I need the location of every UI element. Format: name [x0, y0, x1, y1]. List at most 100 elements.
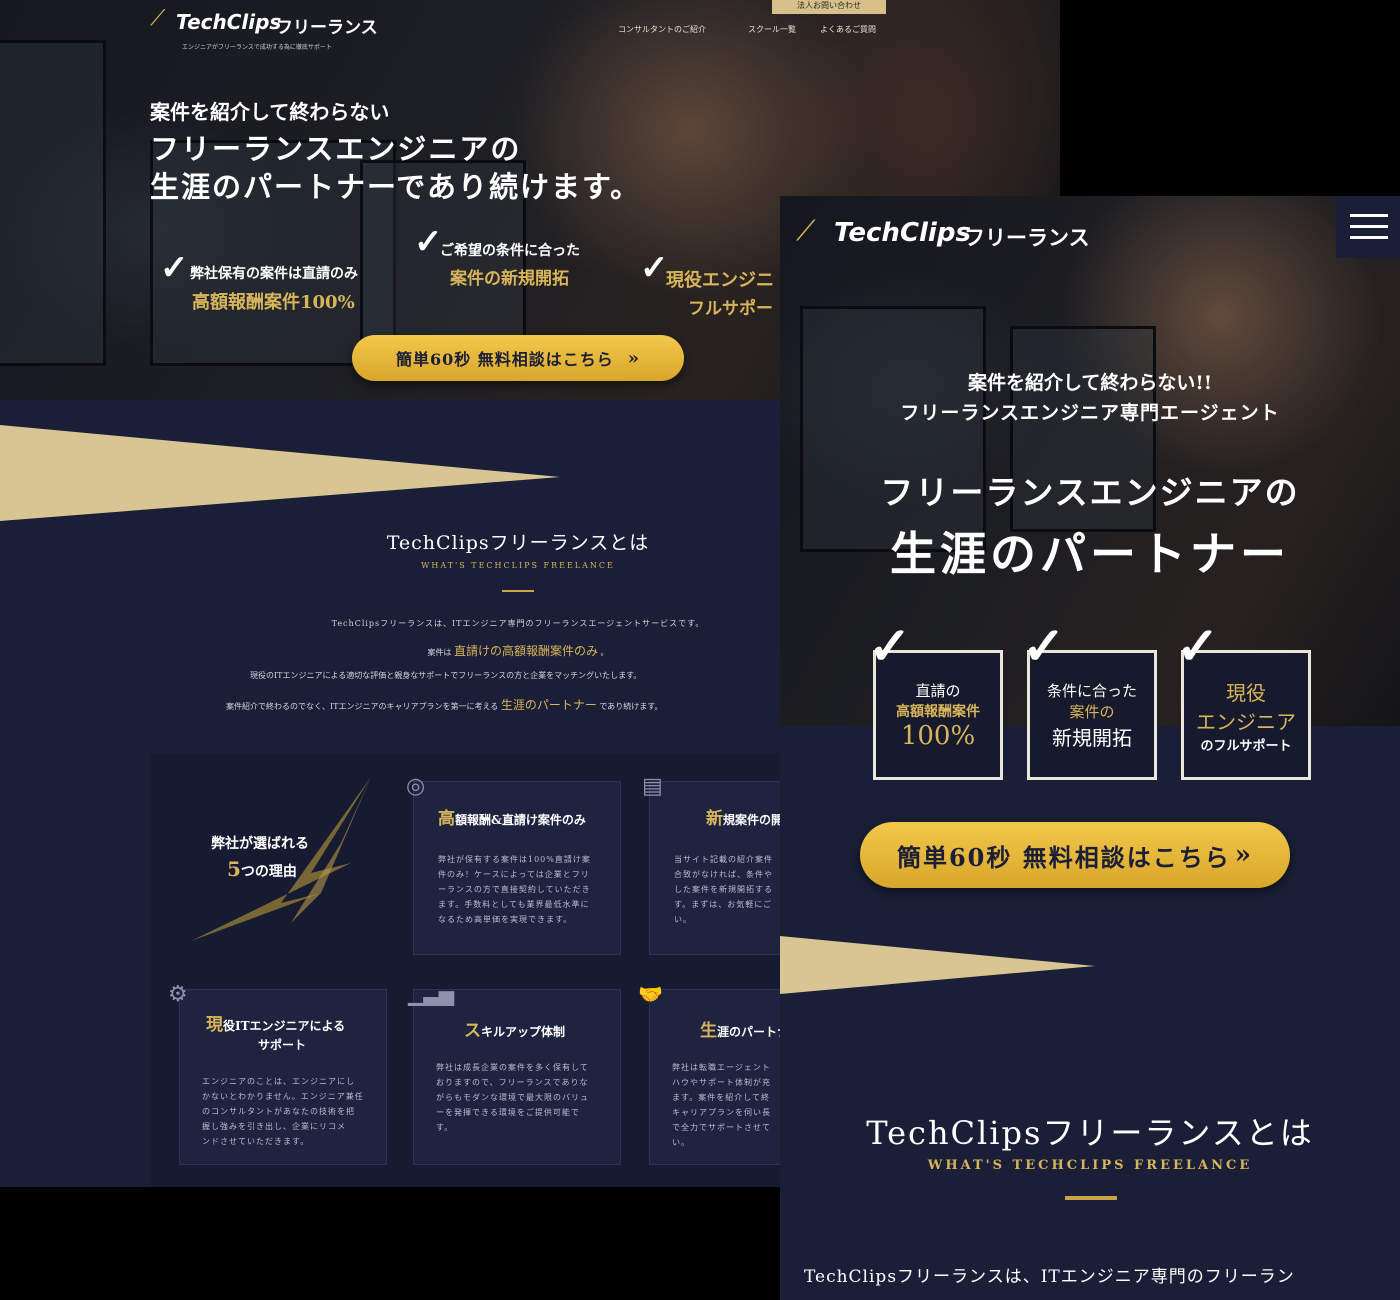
reason-2-text: 当サイト記載の紹介案件 合致がなければ、条件や した案件を新規開拓する す。まず…: [674, 852, 773, 927]
check-icon: ✓: [1176, 616, 1220, 677]
reason-1-title: 高額報酬&直請け案件のみ: [438, 804, 586, 829]
logo-mark-icon: ⟋: [150, 6, 166, 31]
box-1-line-3: 100%: [900, 720, 976, 751]
mobile-hero-headline-2: 生涯のパートナー: [890, 527, 1290, 581]
handshake-icon: 🤝: [638, 982, 663, 1006]
reason-3-text: エンジニアのことは、エンジニアにし かないとわかりません。エンジニア兼任 のコン…: [202, 1074, 364, 1149]
reason-1-title-text: 額報酬&直請け案件のみ: [455, 813, 586, 827]
logo-jp: フリーランス: [276, 18, 378, 38]
bar-chart-icon: ▁▃▅: [408, 982, 455, 1006]
gold-diagonal-decoration: [0, 425, 560, 521]
cta-label: 簡単60秒 無料相談はこちら: [395, 350, 614, 369]
check-icon: ✓: [1022, 616, 1066, 677]
box-2-line-3: 新規開拓: [1052, 725, 1132, 750]
logo-text: TechClips: [176, 10, 282, 34]
reason-4-line: がらもモダンな環境で最大限のバリュ: [436, 1093, 589, 1102]
reason-3-line: エンジニアのことは、エンジニアにし: [202, 1077, 355, 1086]
reason-1-line: ーランスの方で直接契約していただき: [438, 885, 591, 894]
reason-4-title: スキルアップ体制: [464, 1016, 565, 1041]
reason-5-initial: 生: [700, 1021, 717, 1041]
reason-5-line: で全力でサポートさせて: [672, 1123, 771, 1132]
reasons-heading-1: 弊社が選ばれる: [211, 836, 309, 852]
box-1-line-1: 直請の: [915, 681, 961, 700]
gears-icon: ⚙: [168, 982, 188, 1007]
reason-3-line: ンドさせていただきます。: [202, 1137, 310, 1146]
point-3-bottom: フルサポー: [688, 299, 773, 319]
about-line-4-b: であり続けます。: [599, 702, 663, 711]
box-3-line-1: 現役: [1226, 680, 1266, 705]
reason-card-engineer-support: ⚙ 現役ITエンジニアによる サポート エンジニアのことは、エンジニアにし かな…: [168, 982, 387, 1165]
menu-icon: [1350, 214, 1388, 217]
reason-2-line: 合致がなければ、条件や: [674, 870, 773, 879]
reason-2-initial: 新: [706, 809, 723, 829]
reason-card-skill-up: ▁▃▅ スキルアップ体制 弊社は成長企業の案件を多く保有して おりますので、フリ…: [408, 982, 621, 1165]
reason-5-text: 弊社は転職エージェント ハウやサポート体制が充 ます。案件を紹介して終 キャリア…: [672, 1060, 771, 1150]
title-divider: [1065, 1196, 1117, 1200]
point-3-top: 現役エンジニ: [666, 270, 774, 291]
point-2-top: ご希望の条件に合った: [440, 243, 580, 259]
gold-arrow-decoration: [191, 777, 371, 941]
check-icon: ✓: [160, 248, 189, 288]
reason-1-initial: 高: [438, 809, 455, 829]
reason-1-text: 弊社が保有する案件は100%直請け案 件のみ！ケースによっては企業とフリ ーラン…: [438, 852, 591, 927]
hero-lead: 案件を紹介して終わらない: [150, 100, 390, 124]
reason-4-line: ーを発揮できる環境をご提供可能で: [436, 1108, 580, 1117]
nav-faq[interactable]: よくあるご質問: [820, 24, 876, 35]
check-icon: ✓: [868, 616, 912, 677]
desktop-cta-button[interactable]: 簡単60秒 無料相談はこちら »: [352, 335, 684, 381]
reason-4-initial: ス: [464, 1021, 481, 1041]
mobile-logo-text[interactable]: TechClips: [834, 218, 971, 248]
reason-2-line: い。: [674, 915, 692, 924]
hero-headline-2: 生涯のパートナーであり続けます。: [150, 170, 642, 204]
mobile-hero-lead-1: 案件を紹介して終わらない!!: [967, 372, 1213, 394]
mobile-hero-lead-2: フリーランスエンジニア専門エージェント: [900, 402, 1280, 424]
document-icon: ▤: [642, 774, 663, 799]
reason-1-line: ます。手数料としても業界最低水準に: [438, 900, 590, 909]
double-chevron-right-icon: »: [627, 347, 641, 369]
corporate-contact-button[interactable]: 法人お問い合わせ: [772, 0, 886, 14]
reason-3-title-text: 役ITエンジニアによる: [223, 1019, 346, 1033]
mobile-cta-button[interactable]: 簡単60秒 無料相談はこちら »: [860, 822, 1290, 888]
about-line-2-a: 案件は: [427, 648, 452, 657]
reason-4-title-text: キルアップ体制: [481, 1025, 566, 1039]
reason-3-line: のコンサルタントがあなたの技術を把: [202, 1107, 355, 1116]
point-2-bottom: 案件の新規開拓: [450, 269, 569, 289]
mobile-logo-jp: フリーランス: [964, 226, 1090, 250]
mobile-about-line-1: TechClipsフリーランスは、ITエンジニア専門のフリーラン: [804, 1267, 1295, 1287]
about-line-3: 現役のITエンジニアによる適切な評価と親身なサポートでフリーランスの方と企業をマ…: [250, 671, 642, 680]
reasons-heading-suffix: つの理由: [240, 864, 297, 880]
check-icon: ✓: [640, 248, 669, 288]
reasons-heading-2: 5つの理由: [227, 857, 297, 881]
nav-consultants[interactable]: コンサルタントのご紹介: [618, 24, 706, 35]
mobile-mockup: ⟋ TechClips フリーランス 案件を紹介して終わらない!! フリーランス…: [780, 196, 1400, 1300]
reason-3-line: 握し強みを引き出し、企業にリコメ: [202, 1122, 346, 1131]
box-2-line-1: 条件に合った: [1046, 681, 1137, 700]
reason-1-line: 弊社が保有する案件は100%直請け案: [438, 855, 591, 864]
reasons-count: 5: [227, 857, 241, 881]
reason-3-line: かないとわかりません。エンジニア兼任: [202, 1092, 364, 1101]
hamburger-menu-button[interactable]: [1336, 196, 1400, 258]
mobile-hero-headline-1: フリーランスエンジニアの: [880, 473, 1300, 512]
box-2-line-2: 案件の: [1069, 702, 1115, 721]
about-highlight-1: 直請けの高額報酬案件のみ: [453, 644, 598, 658]
mobile-cta-label: 簡単60秒 無料相談はこちら: [896, 842, 1231, 872]
reason-5-line: ハウやサポート体制が充: [672, 1078, 771, 1087]
mobile-about-title: TechClipsフリーランスとは: [866, 1114, 1314, 1152]
logo-mark-icon: ⟋: [796, 214, 816, 247]
box-1-line-2: 高額報酬案件: [896, 703, 980, 720]
mobile-about-subtitle: WHAT'S TECHCLIPS FREELANCE: [927, 1158, 1253, 1173]
about-line-4: 案件紹介で終わるのでなく、ITエンジニアのキャリアプランを第一に考える 生涯のパ…: [226, 696, 786, 713]
reason-1-line: なるため高単価を実現できます。: [438, 915, 573, 924]
box-3-line-2: エンジニア: [1196, 709, 1296, 734]
reason-4-line: す。: [436, 1123, 454, 1132]
nav-schools[interactable]: スクール一覧: [748, 24, 796, 35]
reason-3-title-line-2: サポート: [258, 1038, 307, 1052]
check-icon: ✓: [414, 222, 443, 262]
coins-icon: ◎: [406, 774, 426, 799]
box-3-line-3: のフルサポート: [1200, 738, 1292, 754]
reason-5-line: キャリアプランを伺い長: [672, 1108, 771, 1117]
title-divider: [502, 590, 534, 592]
point-1-bottom: 高額報酬案件100%: [192, 292, 355, 313]
reason-4-line: 弊社は成長企業の案件を多く保有して: [436, 1063, 589, 1072]
reason-3-initial: 現: [206, 1015, 223, 1035]
